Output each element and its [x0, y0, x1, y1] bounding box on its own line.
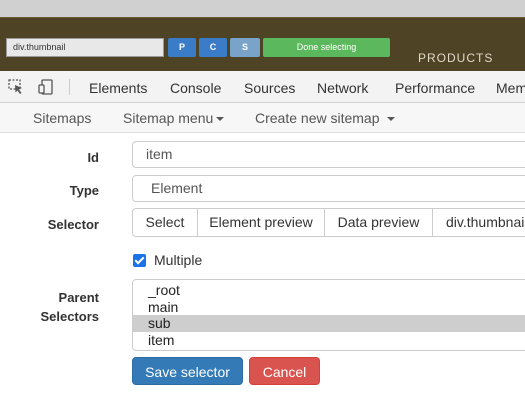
- create-sitemap-label: Create new sitemap: [255, 110, 380, 126]
- selector-value-field[interactable]: div.thumbnail: [433, 209, 525, 236]
- multiple-label: Multiple: [154, 252, 203, 268]
- devtools-tab-bar: Elements Console Sources Network Perform…: [0, 71, 525, 103]
- create-sitemap-dropdown[interactable]: Create new sitemap: [255, 110, 395, 126]
- sitemap-menu-dropdown[interactable]: Sitemap menu: [123, 110, 225, 126]
- scraper-nav: Sitemaps Sitemap menu Create new sitemap: [0, 103, 525, 133]
- selector-label: Selector: [47, 217, 99, 232]
- select-button[interactable]: Select: [133, 209, 198, 236]
- type-label: Type: [69, 183, 99, 198]
- child-button[interactable]: C: [199, 38, 227, 57]
- selection-button[interactable]: S: [230, 38, 260, 57]
- inspect-element-icon[interactable]: [8, 79, 24, 95]
- tab-network[interactable]: Network: [317, 80, 368, 96]
- toolbar-divider: [69, 79, 70, 95]
- parent-label-line2: Selectors: [40, 309, 99, 324]
- chevron-down-icon: [216, 117, 225, 122]
- products-nav-link[interactable]: PRODUCTS: [418, 51, 493, 65]
- selector-button-group: Select Element preview Data preview div.…: [132, 208, 525, 237]
- tab-sources[interactable]: Sources: [244, 80, 295, 96]
- chevron-down-icon: [386, 117, 395, 122]
- multiple-checkbox[interactable]: [133, 254, 146, 267]
- tab-performance[interactable]: Performance: [395, 80, 475, 96]
- list-item[interactable]: main: [133, 299, 525, 316]
- save-selector-button[interactable]: Save selector: [132, 357, 243, 385]
- device-toolbar-icon[interactable]: [38, 79, 54, 95]
- parent-selectors-list[interactable]: _root main sub item: [132, 279, 525, 351]
- data-preview-button[interactable]: Data preview: [325, 209, 433, 236]
- tab-console[interactable]: Console: [170, 80, 221, 96]
- site-header: div.thumbnail P C S Done selecting PRODU…: [0, 17, 525, 71]
- done-selecting-button[interactable]: Done selecting: [263, 38, 390, 57]
- sitemap-menu-label: Sitemap menu: [123, 110, 214, 126]
- list-item[interactable]: item: [133, 332, 525, 349]
- id-input[interactable]: item: [132, 141, 525, 168]
- type-select[interactable]: Element: [132, 175, 525, 202]
- sitemaps-link[interactable]: Sitemaps: [33, 110, 91, 126]
- tab-elements[interactable]: Elements: [89, 80, 147, 96]
- id-label: Id: [87, 150, 99, 165]
- browser-top-strip: [0, 0, 525, 17]
- list-item[interactable]: _root: [133, 282, 525, 299]
- cancel-button[interactable]: Cancel: [249, 357, 320, 385]
- parent-label-line1: Parent: [58, 290, 99, 305]
- parent-button[interactable]: P: [168, 38, 196, 57]
- list-item-selected[interactable]: sub: [133, 315, 525, 332]
- tab-memory[interactable]: Mem: [496, 80, 525, 96]
- selector-field[interactable]: div.thumbnail: [6, 38, 164, 57]
- element-preview-button[interactable]: Element preview: [198, 209, 325, 236]
- parent-selectors-label: Parent Selectors: [20, 288, 99, 326]
